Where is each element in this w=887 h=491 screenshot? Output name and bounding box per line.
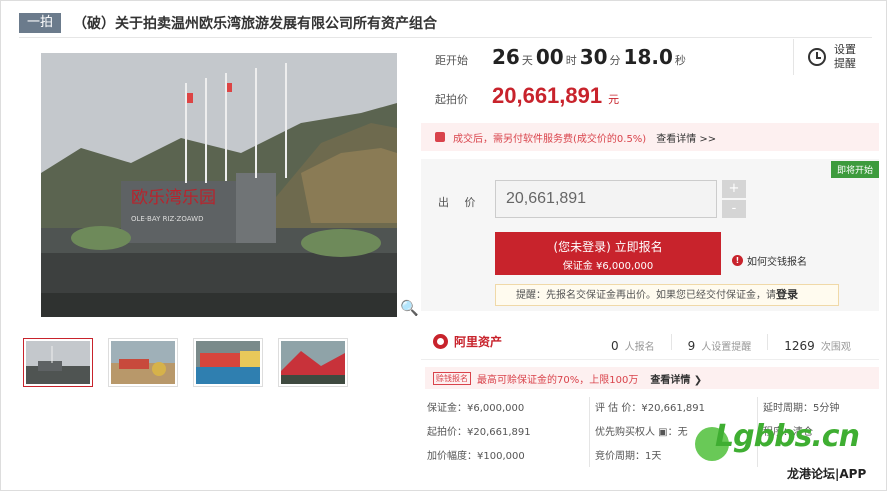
- fee-notice-text: 成交后，需另付软件服务费(成交价的0.5%): [453, 133, 647, 145]
- platform-name: 阿里资产: [454, 335, 503, 349]
- sign-subtext: OLE·BAY RIZ·ZOAWD: [131, 215, 203, 223]
- hours-unit: 时: [565, 54, 577, 67]
- fee-notice: 成交后，需另付软件服务费(成交价的0.5%) 查看详情 >>: [421, 123, 879, 151]
- info-appraisal: 评 估 价：¥20,661,891: [595, 403, 705, 414]
- bid-stepper: + -: [722, 180, 746, 218]
- auction-page: 一拍 （破）关于拍卖温州欧乐湾旅游发展有限公司所有资产组合 欧乐湾乐园 OLE·…: [0, 0, 887, 491]
- info-start-price: 起拍价：¥20,661,891: [427, 427, 531, 438]
- reminder-line2: 提醒: [834, 57, 856, 70]
- views-count: 1269: [784, 339, 815, 353]
- title-bar: 一拍 （破）关于拍卖温州欧乐湾旅游发展有限公司所有资产组合: [19, 12, 437, 34]
- stats-divider: [767, 334, 769, 350]
- tip-text: 提醒：先报名交保证金再出价。如果您已经交付保证金，请: [516, 290, 776, 301]
- stats-divider-line: [421, 359, 879, 360]
- deposit-tip: 提醒：先报名交保证金再出价。如果您已经交付保证金，请登录: [495, 284, 839, 306]
- ali-logo-icon: [433, 334, 448, 349]
- thumbnail-2[interactable]: [108, 338, 178, 387]
- set-reminder-button[interactable]: 设置 提醒: [793, 39, 856, 75]
- start-price-label: 起拍价: [435, 93, 468, 106]
- countdown-minutes: 30: [579, 45, 608, 69]
- reminders-label: 人设置提醒: [701, 342, 752, 353]
- stats-divider: [670, 334, 672, 350]
- watermark-brand: Lgbbs.cn: [715, 419, 860, 454]
- watermark: Lgbbs.cn 龙港论坛|APP: [691, 413, 881, 487]
- info-priority-buyer: 优先购买权人 ▣：无: [595, 427, 688, 438]
- decrease-button[interactable]: -: [722, 200, 746, 218]
- auction-type-tag: 一拍: [19, 13, 62, 33]
- credit-details-link[interactable]: 查看详情 ❯: [650, 371, 702, 386]
- platform-logo: 阿里资产: [433, 333, 502, 350]
- views-label: 次围观: [820, 342, 851, 353]
- credit-badge: 赊钱报名: [433, 371, 471, 385]
- start-price-value: 20,661,891: [492, 83, 603, 108]
- sign-text: 欧乐湾乐园: [131, 188, 216, 208]
- bid-label: 出 价: [438, 196, 482, 209]
- info-bid-period: 竞价周期：1天: [595, 451, 662, 462]
- status-badge: 即将开始: [830, 161, 879, 178]
- credit-promo-text: 最高可赊保证金的70%，上限100万: [477, 374, 639, 386]
- countdown-label: 距开始: [435, 54, 468, 67]
- fee-details-link[interactable]: 查看详情 >>: [656, 130, 716, 145]
- how-to-pay-link[interactable]: ! 如何交钱报名: [732, 253, 807, 268]
- info-icon: !: [732, 255, 743, 266]
- page-title: （破）关于拍卖温州欧乐湾旅游发展有限公司所有资产组合: [73, 16, 438, 32]
- reminder-line1: 设置: [834, 43, 856, 56]
- countdown-days: 26: [492, 45, 520, 69]
- signups-label: 人报名: [624, 342, 655, 353]
- thumbnail-4[interactable]: [278, 338, 348, 387]
- countdown-seconds: 18.0: [623, 45, 673, 69]
- bid-panel: 即将开始 出 价 20,661,891 + - (您未登录) 立即报名 保证金 …: [421, 159, 879, 311]
- thumbnail-3[interactable]: [193, 338, 263, 387]
- auction-stats: 0 人报名 9 人设置提醒 1269 次围观: [611, 334, 851, 353]
- alarm-clock-icon: [808, 48, 826, 66]
- login-link[interactable]: 登录: [776, 288, 798, 301]
- deposit-label: 保证金 ¥6,000,000: [562, 261, 654, 272]
- minutes-unit: 分: [609, 54, 621, 67]
- credit-promo: 赊钱报名 最高可赊保证金的70%，上限100万 查看详情 ❯: [425, 367, 879, 389]
- info-increment: 加价幅度：¥100,000: [427, 451, 525, 462]
- magnifier-icon[interactable]: 🔍: [400, 299, 419, 317]
- watermark-sub: 龙港论坛|APP: [787, 467, 867, 481]
- countdown-hours: 00: [535, 45, 564, 69]
- thumbnail-strip: [23, 338, 348, 387]
- reminders-count: 9: [687, 339, 696, 353]
- days-unit: 天: [521, 54, 533, 67]
- signup-label: (您未登录) 立即报名: [553, 240, 663, 254]
- countdown: 距开始 26 天 00 时 30 分 18.0 秒: [435, 45, 689, 69]
- gift-icon: [435, 132, 445, 142]
- signups-count: 0: [611, 339, 619, 353]
- signup-button[interactable]: (您未登录) 立即报名 保证金 ¥6,000,000: [495, 232, 721, 275]
- thumbnail-1[interactable]: [23, 338, 93, 387]
- main-photo[interactable]: 欧乐湾乐园 OLE·BAY RIZ·ZOAWD: [41, 53, 397, 317]
- start-price: 起拍价 20,661,891 元: [435, 83, 619, 109]
- start-price-unit: 元: [608, 93, 620, 106]
- bid-amount-input[interactable]: 20,661,891: [495, 180, 717, 218]
- info-deposit: 保证金：¥6,000,000: [427, 403, 525, 414]
- seconds-unit: 秒: [674, 54, 686, 67]
- info-divider: [589, 397, 590, 467]
- header-divider: [19, 37, 872, 38]
- increase-button[interactable]: +: [722, 180, 746, 198]
- how-to-pay-text: 如何交钱报名: [747, 257, 807, 268]
